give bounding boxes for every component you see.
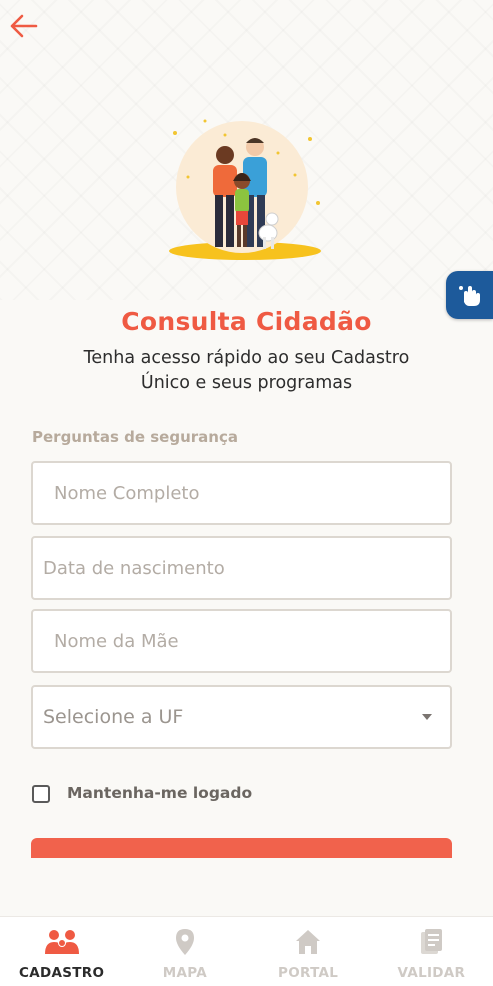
page-title: Consulta Cidadão	[121, 307, 372, 336]
subtitle-line-2: Único e seus programas	[140, 373, 353, 393]
mother-name-field-wrapper	[31, 609, 452, 673]
remember-me-label[interactable]: Mantenha-me logado	[67, 784, 252, 802]
back-button[interactable]	[8, 10, 40, 42]
people-group-icon	[44, 930, 79, 954]
tab-portal-label: PORTAL	[278, 965, 339, 981]
bottom-tab-bar: CADASTRO MAPA PORTAL VALIDAR	[0, 916, 493, 986]
home-icon	[296, 930, 321, 954]
full-name-field-wrapper	[31, 461, 452, 525]
document-check-icon	[421, 929, 443, 954]
map-pin-icon	[175, 929, 194, 955]
page-subtitle: Tenha acesso rápido ao seu Cadastro Únic…	[0, 346, 493, 396]
tab-mapa[interactable]: MAPA	[123, 917, 246, 986]
tab-mapa-label: MAPA	[162, 965, 207, 981]
tab-cadastro-label: CADASTRO	[19, 965, 105, 981]
subtitle-line-1: Tenha acesso rápido ao seu Cadastro	[83, 348, 410, 368]
birth-date-field-wrapper	[31, 536, 452, 600]
tab-validar-label: VALIDAR	[397, 965, 466, 981]
uf-select[interactable]: Selecione a UF	[31, 685, 452, 749]
tab-validar[interactable]: VALIDAR	[370, 917, 493, 986]
remember-me-checkbox[interactable]	[32, 785, 50, 803]
tab-cadastro[interactable]: CADASTRO	[0, 917, 123, 986]
caret-down-icon	[422, 714, 432, 720]
birth-date-input[interactable]	[33, 538, 450, 598]
family-with-dog-illustration	[169, 119, 321, 260]
uf-select-value: Selecione a UF	[43, 706, 184, 728]
accessibility-hand-icon	[458, 286, 480, 306]
mother-name-input[interactable]	[33, 611, 450, 671]
full-name-input[interactable]	[33, 463, 450, 523]
scroll-overlay	[0, 858, 493, 916]
arrow-left-icon	[10, 14, 38, 38]
tab-portal[interactable]: PORTAL	[247, 917, 370, 986]
security-questions-label: Perguntas de segurança	[32, 428, 238, 446]
